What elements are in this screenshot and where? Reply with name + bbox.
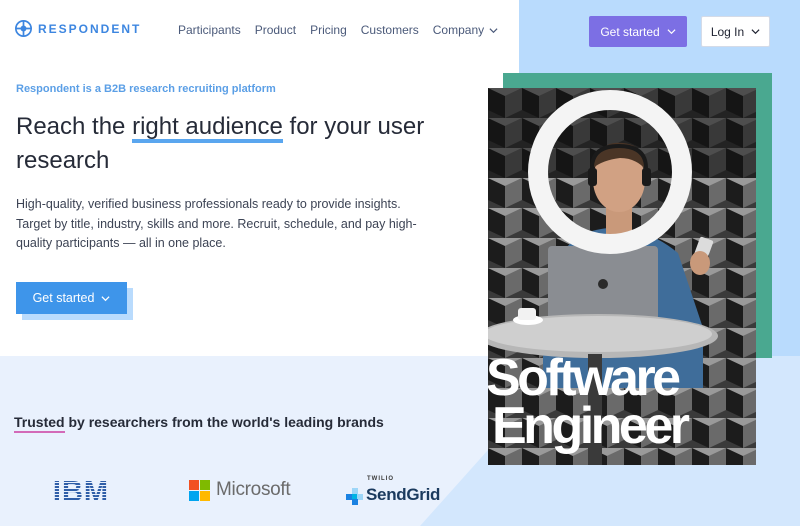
login-button[interactable]: Log In: [701, 16, 770, 47]
microsoft-logo: Microsoft: [189, 479, 291, 501]
headline-text: Reach the: [16, 113, 133, 140]
nav-label: Pricing: [310, 23, 347, 37]
nav-label: Company: [432, 23, 485, 37]
nav-customers[interactable]: Customers: [361, 23, 419, 37]
hero-photo: Software Engineer: [488, 88, 756, 465]
hero-get-started-button[interactable]: Get started: [16, 282, 127, 314]
respondent-logo-icon: [15, 20, 32, 37]
ibm-logo-text: IBM: [53, 477, 109, 503]
brand-name: RESPONDENT: [38, 21, 142, 36]
chevron-down-icon: [667, 29, 676, 35]
ibm-logo: IBM: [53, 477, 109, 503]
hero-headline: Reach the right audience for your user r…: [16, 110, 456, 178]
microsoft-logo-text: Microsoft: [216, 479, 291, 500]
button-label: Get started: [32, 291, 95, 305]
header-get-started-button[interactable]: Get started: [589, 16, 687, 47]
overlay-word-engineer: Engineer: [492, 397, 690, 455]
hero-description: High-quality, verified business professi…: [16, 197, 417, 250]
main-navigation: Participants Product Pricing Customers C…: [178, 23, 498, 37]
nav-product[interactable]: Product: [255, 23, 296, 37]
hero-eyebrow: Respondent is a B2B research recruiting …: [16, 83, 276, 95]
chevron-down-icon: [101, 295, 110, 301]
trusted-highlight: Trusted: [14, 414, 65, 433]
microsoft-squares-icon: [189, 479, 210, 501]
chevron-down-icon: [489, 27, 498, 33]
nav-label: Participants: [178, 23, 241, 37]
nav-label: Product: [254, 23, 297, 37]
chevron-down-icon: [751, 29, 760, 35]
sendgrid-logo: TWILIO SendGrid: [346, 476, 440, 505]
nav-company[interactable]: Company: [433, 23, 498, 37]
trusted-heading: Trusted by researchers from the world's …: [14, 414, 384, 433]
button-label: Get started: [600, 24, 660, 39]
sendgrid-logo-text: SendGrid: [366, 485, 441, 504]
respondent-logo[interactable]: RESPONDENT: [15, 20, 141, 37]
trusted-text: by researchers from the world's leading …: [64, 414, 384, 430]
nav-label: Customers: [360, 23, 419, 37]
sendgrid-logo-superscript: TWILIO: [367, 476, 394, 482]
nav-pricing[interactable]: Pricing: [310, 23, 347, 37]
headline-highlight: right audience: [132, 110, 283, 144]
sendgrid-mark-icon: [346, 488, 363, 505]
nav-participants[interactable]: Participants: [178, 23, 241, 37]
button-label: Log In: [710, 24, 745, 39]
overlay-word-software: Software: [488, 349, 681, 407]
